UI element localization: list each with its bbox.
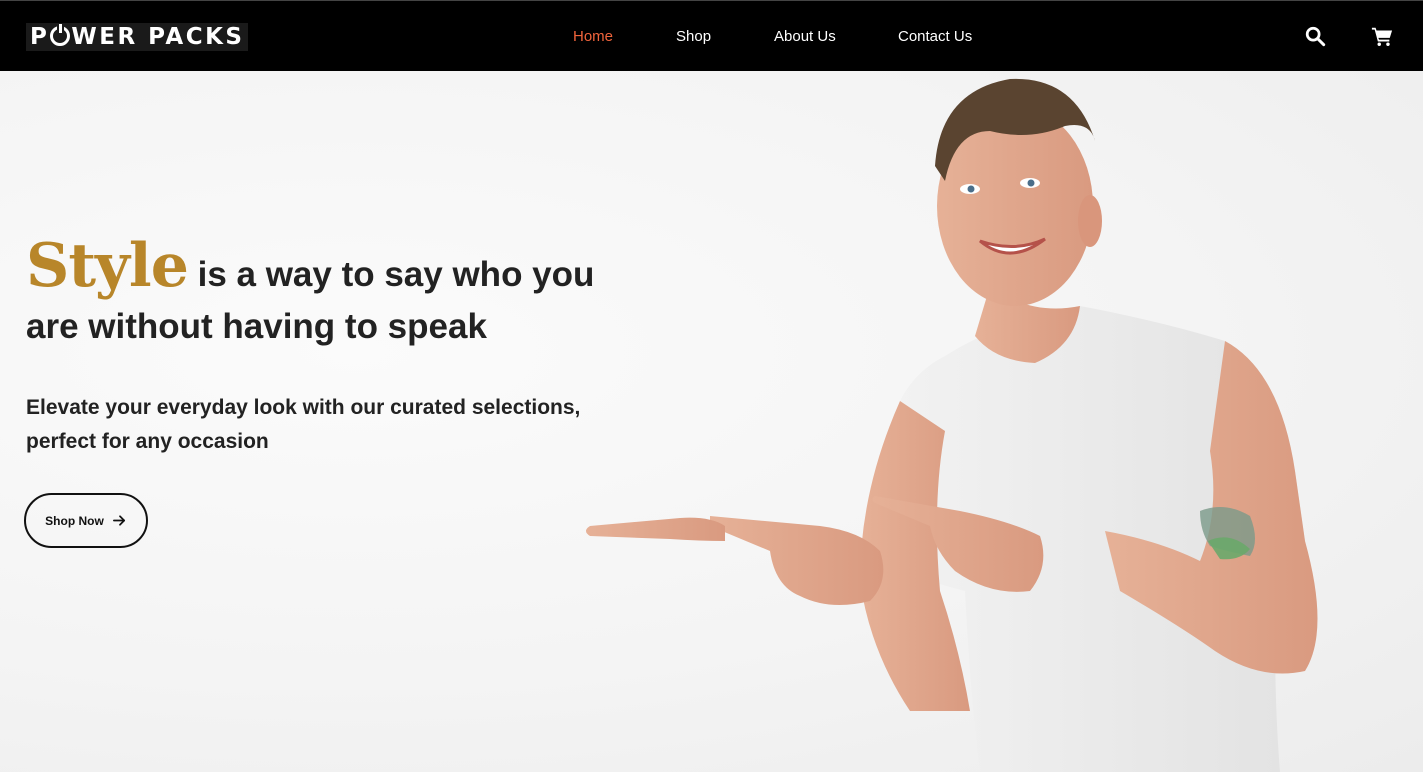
hero-section: Style is a way to say who you are withou… (0, 71, 1423, 772)
nav-link-about-us[interactable]: About Us (774, 28, 836, 45)
search-button[interactable] (1304, 25, 1326, 47)
shop-now-label: Shop Now (45, 513, 104, 528)
navbar: P WER PACKS Home Shop About Us Contact Us (0, 0, 1423, 71)
nav-link-shop[interactable]: Shop (676, 28, 711, 45)
search-icon (1305, 26, 1326, 47)
model-illustration (586, 78, 1318, 772)
hero-subheading: Elevate your everyday look with our cura… (26, 396, 581, 453)
shop-now-button[interactable]: Shop Now (24, 493, 148, 548)
nav-link-home[interactable]: Home (573, 28, 613, 45)
arrow-right-icon (112, 515, 125, 526)
cart-button[interactable] (1371, 25, 1393, 47)
hero-heading: Style is a way to say who you are withou… (26, 236, 626, 353)
cart-icon (1371, 27, 1393, 46)
main-nav: Home Shop About Us Contact Us (0, 1, 1423, 72)
nav-link-contact-us[interactable]: Contact Us (898, 28, 972, 45)
hero-model-image (560, 71, 1423, 772)
hero-accent-word: Style (26, 231, 189, 301)
